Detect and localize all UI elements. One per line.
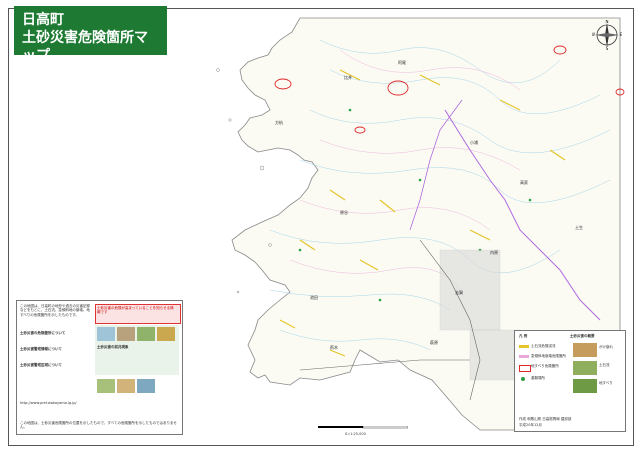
place-label: 高家 [520, 180, 528, 185]
place-label: 池田 [310, 295, 318, 300]
compass-s: S [606, 46, 609, 50]
title-town: 日高町 [22, 12, 64, 28]
section-head-1: 土砂災害の危険箇所について [20, 331, 66, 335]
place-label: 小浦 [470, 140, 478, 145]
info-panel: この地図は、日高町の地形や過去の災害記録などをもとに、土石流、急傾斜地の崩壊、地… [16, 300, 183, 435]
warning-box: 土砂災害の危険が高まっていることを知らせる情報です [97, 306, 174, 315]
section-head-2: 土砂災害警戒情報について [20, 347, 62, 351]
compass-n: N [606, 20, 609, 24]
legend-item-3: 地すべり危険箇所 [531, 364, 559, 368]
legend-summary-title: 土砂災害の概要 [570, 334, 595, 338]
place-label: 土生 [575, 225, 583, 230]
section-head-4: 土砂災害警戒区域について [20, 363, 62, 367]
place-label: 阿尾 [398, 60, 406, 65]
intro-text: この地図は、日高町の地形や過去の災害記録などをもとに、土石流、急傾斜地の崩壊、地… [20, 304, 90, 317]
legend-credit: 作成 和歌山県 日高振興局 建設部 [519, 417, 572, 421]
legend-date: 平成20年12月 [519, 423, 542, 427]
panel-footnote: この地図は、土砂災害危険箇所の位置を示したもので、すべての危険箇所を示したもので… [20, 421, 177, 430]
legend-title: 凡 例 [519, 334, 528, 338]
place-label: 内原 [490, 250, 498, 255]
reference-url[interactable]: http://www.pref.wakayama.lg.jp/ [20, 401, 100, 405]
hazard-type-3: 地すべり [599, 381, 613, 385]
place-label: 志賀 [455, 290, 463, 295]
title-main: 土砂災害危険箇所マップ [22, 30, 148, 64]
hazard-type-1: がけ崩れ [599, 345, 613, 349]
map-title: 日高町 土砂災害危険箇所マップ [14, 6, 167, 64]
legend: 凡 例 土砂災害の概要 土石流危険渓流 急傾斜地崩壊危険箇所 地すべり危険箇所 … [514, 330, 626, 432]
place-label: 荊木 [330, 345, 338, 350]
legend-item-2: 急傾斜地崩壊危険箇所 [531, 354, 566, 358]
compass-w: W [592, 32, 595, 37]
legend-item-4: 避難場所 [531, 376, 545, 380]
section-head-3: 土砂災害の前兆現象 [97, 345, 129, 349]
place-label: 方杭 [275, 120, 283, 125]
hazard-type-2: 土石流 [599, 363, 610, 367]
place-label: 萩原 [430, 340, 438, 345]
legend-item-1: 土石流危険渓流 [531, 344, 556, 348]
place-label: 比井 [344, 75, 352, 80]
compass-e: E [620, 32, 622, 37]
place-label: 原谷 [340, 210, 348, 215]
scale-label: S=1:25,000 [345, 432, 366, 436]
compass-icon: N S E W [592, 20, 622, 50]
